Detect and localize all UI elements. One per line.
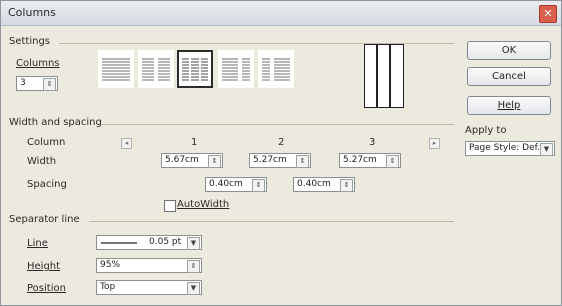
position-dropdown[interactable]: Top ▼ [96,280,202,295]
two-column-icon [142,58,170,81]
column-header-2: 2 [278,137,285,148]
line-style-dropdown[interactable]: 0.05 pt ▼ [96,235,202,250]
separator-group-separator [89,221,454,222]
preview-column-divider [389,45,391,107]
preset-right-wide[interactable] [258,50,294,88]
preset-three-columns[interactable] [177,50,213,88]
apply-to-dropdown[interactable]: Page Style: Def... ▼ [465,141,555,156]
autowidth-checkbox[interactable] [164,200,176,212]
preset-left-wide[interactable] [218,50,254,88]
columns-dialog: Columns ✕ Settings Columns 3 ⇕ OK Cancel… [0,0,562,306]
width-label: Width [27,156,57,167]
width-value-2: 5.27cm [253,155,287,165]
position-value: Top [100,282,116,292]
right-wide-column-icon [262,58,290,81]
width-field-1[interactable]: 5.67cm ⇕ [161,153,223,168]
width-value-3: 5.27cm [343,155,377,165]
ok-button[interactable]: OK [467,41,551,60]
line-label: Line [27,238,48,249]
width-spacing-group-label: Width and spacing [9,117,102,128]
one-column-icon [102,58,130,81]
chevron-right-icon[interactable]: ▸ [429,138,440,149]
spacing-value-2: 0.40cm [297,179,331,189]
help-button[interactable]: Help [467,96,551,115]
position-label: Position [27,283,66,294]
spacing-spin-icon[interactable]: ⇕ [340,179,353,192]
chevron-down-icon[interactable]: ▼ [540,143,553,156]
chevron-down-icon[interactable]: ▼ [187,282,200,295]
cancel-button[interactable]: Cancel [467,67,551,86]
line-style-preview [101,242,137,244]
column-header-1: 1 [191,137,198,148]
left-wide-column-icon [222,58,250,81]
spacing-field-2[interactable]: 0.40cm ⇕ [293,177,355,192]
width-spin-icon[interactable]: ⇕ [208,155,221,168]
columns-value: 3 [20,78,26,88]
spacing-value-1: 0.40cm [209,179,243,189]
columns-label: Columns [16,58,60,69]
preset-two-columns[interactable] [138,50,174,88]
three-column-icon [182,58,208,81]
chevron-left-icon[interactable]: ◂ [121,138,132,149]
column-header-3: 3 [369,137,376,148]
column-presets [98,50,299,90]
width-field-3[interactable]: 5.27cm ⇕ [339,153,401,168]
apply-to-label: Apply to [465,125,507,136]
close-icon[interactable]: ✕ [539,5,557,23]
column-preview [364,44,404,108]
height-field[interactable]: 95% ⇕ [96,258,202,273]
line-style-value: 0.05 pt [149,237,182,247]
preview-column-divider [376,45,378,107]
apply-to-value: Page Style: Def... [469,143,546,153]
chevron-down-icon[interactable]: ▼ [187,237,200,250]
columns-spin-icon[interactable]: ⇕ [43,78,56,91]
height-spin-icon[interactable]: ⇕ [187,260,200,273]
width-field-2[interactable]: 5.27cm ⇕ [249,153,311,168]
height-value: 95% [100,260,121,270]
width-spin-icon[interactable]: ⇕ [296,155,309,168]
autowidth-label: AutoWidth [177,199,230,210]
separator-group-label: Separator line [9,214,80,225]
spacing-field-1[interactable]: 0.40cm ⇕ [205,177,267,192]
settings-group-label: Settings [9,36,51,47]
column-label: Column [27,137,66,148]
width-spacing-separator [101,124,454,125]
spacing-spin-icon[interactable]: ⇕ [252,179,265,192]
height-label: Height [27,261,61,272]
columns-spinfield[interactable]: 3 ⇕ [16,76,58,91]
title-bar: Columns ✕ [1,1,561,26]
spacing-label: Spacing [27,179,67,190]
width-spin-icon[interactable]: ⇕ [386,155,399,168]
dialog-title: Columns [8,6,56,19]
width-value-1: 5.67cm [165,155,199,165]
preset-one-column[interactable] [98,50,134,88]
help-button-label: Help [497,100,521,111]
